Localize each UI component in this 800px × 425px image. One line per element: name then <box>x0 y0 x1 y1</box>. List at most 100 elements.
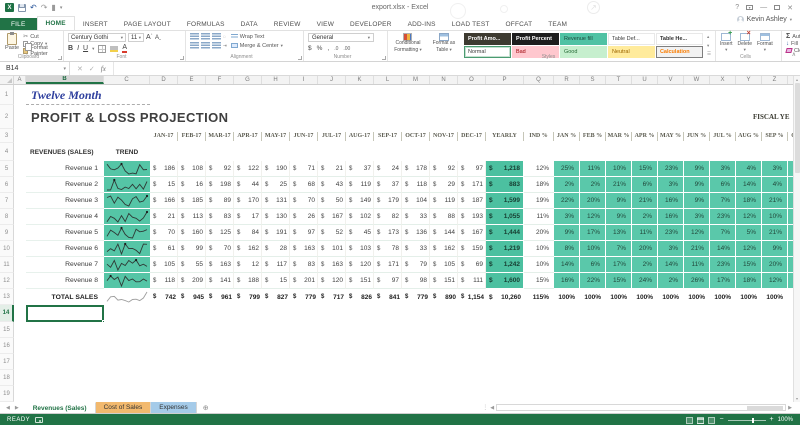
fill-color-icon[interactable] <box>110 46 118 52</box>
month-header-cell[interactable]: JUN-17 <box>290 132 318 141</box>
month-value-cell[interactable]: $24 <box>374 161 402 177</box>
row-number-3[interactable]: 3 <box>0 129 14 143</box>
pct-header-cell[interactable]: SEP % <box>762 132 788 141</box>
month-value-cell[interactable]: $167 <box>458 225 486 241</box>
total-yearly-cell[interactable]: $10,260 <box>486 289 524 305</box>
month-pct-cell[interactable]: 9% <box>762 241 788 257</box>
cell-empty[interactable] <box>14 129 150 143</box>
cell-style-tile[interactable]: Revenue fill <box>560 33 607 45</box>
merge-center-button[interactable]: Merge & Center ▾ <box>231 42 283 49</box>
month-header-cell[interactable]: APR-17 <box>234 132 262 141</box>
qat-customize-icon[interactable]: ▾ <box>60 5 63 11</box>
month-value-cell[interactable]: $70 <box>150 225 178 241</box>
month-pct-cell[interactable]: 2% <box>554 177 580 193</box>
normal-view-icon[interactable] <box>686 417 693 424</box>
month-pct-cell[interactable]: 25% <box>554 161 580 177</box>
month-pct-cell[interactable]: 3% <box>684 209 710 225</box>
format-cells-button[interactable]: Format▾ <box>757 33 773 53</box>
month-value-cell[interactable]: $69 <box>458 257 486 273</box>
insert-cells-button[interactable]: Insert▾ <box>720 33 733 53</box>
revenue-label-cell[interactable]: Revenue 8 <box>26 273 104 289</box>
column-header-H[interactable]: H <box>262 76 290 84</box>
orientation-icon[interactable]: ◌ <box>223 34 226 39</box>
row-number-2[interactable]: 2 <box>0 105 14 129</box>
total-month-value-cell[interactable]: $826 <box>346 289 374 305</box>
sparkline-cell[interactable] <box>104 225 150 241</box>
month-value-cell[interactable]: $162 <box>234 241 262 257</box>
pct-header-cell[interactable]: JAN % <box>554 132 580 141</box>
sparkline-cell[interactable] <box>104 257 150 273</box>
zoom-slider-thumb[interactable] <box>752 418 754 423</box>
collapse-ribbon-icon[interactable]: ∧ <box>792 51 796 58</box>
row-number-10[interactable]: 10 <box>0 241 14 257</box>
month-value-cell[interactable]: $108 <box>178 161 206 177</box>
align-top-icon[interactable] <box>190 33 199 40</box>
month-pct-cell[interactable]: 4% <box>762 177 788 193</box>
number-dialog-launcher-icon[interactable] <box>382 56 386 60</box>
row-number-18[interactable]: 18 <box>0 370 14 386</box>
month-value-cell[interactable]: $166 <box>150 193 178 209</box>
month-value-cell[interactable]: $188 <box>234 273 262 289</box>
month-value-cell[interactable]: $201 <box>290 273 318 289</box>
month-pct-cell[interactable]: 9% <box>606 193 632 209</box>
month-value-cell[interactable]: $15 <box>150 177 178 193</box>
total-label-cell[interactable]: TOTAL SALES <box>26 289 104 305</box>
redo-icon[interactable]: ↷ <box>41 3 48 12</box>
macro-record-icon[interactable] <box>35 417 43 423</box>
month-pct-cell[interactable]: 7% <box>710 193 736 209</box>
column-header-L[interactable]: L <box>374 76 402 84</box>
month-value-cell[interactable]: $209 <box>178 273 206 289</box>
row-number-16[interactable]: 16 <box>0 338 14 354</box>
total-month-pct-cell[interactable]: 100% <box>658 289 684 305</box>
insert-function-icon[interactable]: fx <box>101 65 106 73</box>
sheet-tab-expenses[interactable]: Expenses <box>151 402 197 413</box>
month-value-cell[interactable]: $103 <box>346 241 374 257</box>
month-value-cell[interactable]: $97 <box>290 225 318 241</box>
month-value-cell[interactable]: $70 <box>290 193 318 209</box>
month-pct-cell[interactable]: 16% <box>658 193 684 209</box>
total-month-value-cell[interactable]: $779 <box>290 289 318 305</box>
wrap-text-button[interactable]: Wrap Text <box>231 33 283 40</box>
month-pct-cell[interactable]: 13% <box>606 225 632 241</box>
total-ind-pct-cell[interactable]: 115% <box>524 289 554 305</box>
month-value-cell[interactable]: $151 <box>346 273 374 289</box>
column-header-A[interactable]: A <box>14 76 26 84</box>
total-month-pct-cell[interactable]: 100% <box>554 289 580 305</box>
month-pct-cell[interactable]: 9% <box>606 209 632 225</box>
month-value-cell[interactable]: $111 <box>458 273 486 289</box>
month-pct-cell[interactable]: 12% <box>762 273 788 289</box>
month-pct-cell[interactable]: 14% <box>710 241 736 257</box>
ribbon-tab-home[interactable]: HOME <box>37 16 75 31</box>
month-pct-cell[interactable]: 23% <box>658 161 684 177</box>
align-middle-icon[interactable] <box>201 33 210 40</box>
font-size-select[interactable]: 11▾ <box>128 33 144 42</box>
zoom-slider[interactable] <box>728 420 766 421</box>
yearly-value-cell[interactable]: $1,055 <box>486 209 524 225</box>
month-pct-cell[interactable]: 8% <box>554 241 580 257</box>
month-value-cell[interactable]: $29 <box>430 177 458 193</box>
column-header-E[interactable]: E <box>178 76 206 84</box>
sheet-main-title[interactable]: PROFIT & LOSS PROJECTION <box>26 105 446 129</box>
yearly-header-cell[interactable]: YEARLY <box>486 132 524 141</box>
month-pct-cell[interactable]: 11% <box>580 161 606 177</box>
month-value-cell[interactable]: $99 <box>178 241 206 257</box>
sparkline-cell[interactable] <box>104 209 150 225</box>
row-number-9[interactable]: 9 <box>0 225 14 241</box>
month-value-cell[interactable]: $89 <box>206 193 234 209</box>
revenue-label-cell[interactable]: Revenue 5 <box>26 225 104 241</box>
comma-style-icon[interactable]: , <box>327 45 329 52</box>
font-color-icon[interactable]: A <box>122 44 127 53</box>
month-value-cell[interactable]: $120 <box>318 273 346 289</box>
month-pct-cell[interactable]: 14% <box>736 177 762 193</box>
month-value-cell[interactable]: $70 <box>206 241 234 257</box>
month-value-cell[interactable]: $159 <box>458 241 486 257</box>
month-value-cell[interactable]: $25 <box>262 177 290 193</box>
hscroll-right-icon[interactable]: ▶ <box>788 405 792 411</box>
month-header-cell[interactable]: MAR-17 <box>206 132 234 141</box>
month-value-cell[interactable]: $130 <box>262 209 290 225</box>
month-value-cell[interactable]: $55 <box>178 257 206 273</box>
revenue-label-cell[interactable]: Revenue 3 <box>26 193 104 209</box>
row-number-4[interactable]: 4 <box>0 143 14 161</box>
month-pct-cell[interactable]: 14% <box>554 257 580 273</box>
month-pct-cell[interactable]: 23% <box>710 257 736 273</box>
